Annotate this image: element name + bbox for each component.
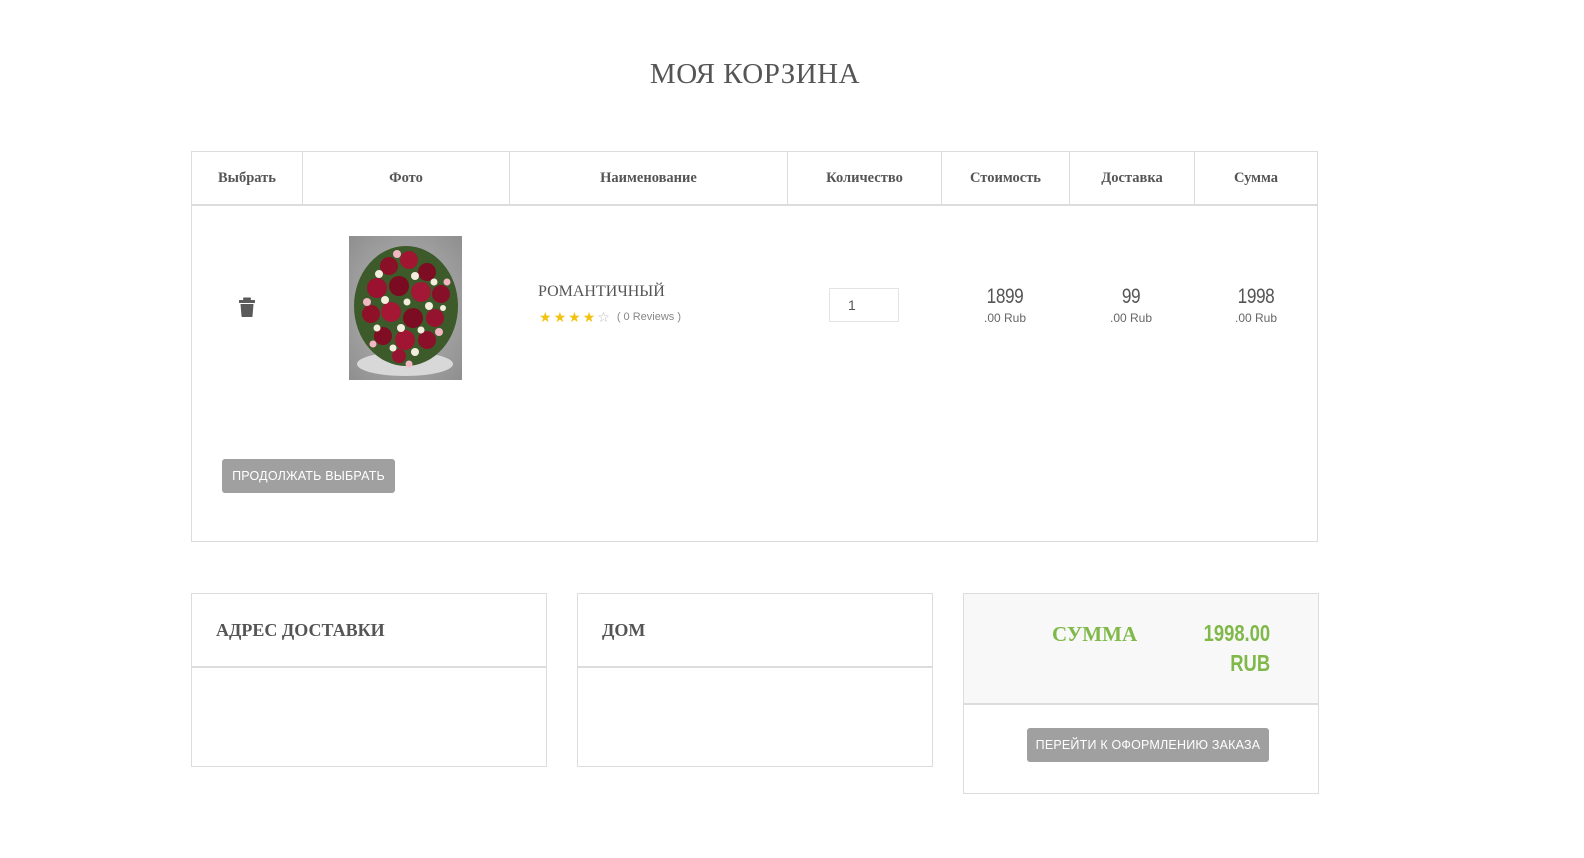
row-total-currency: .00 Rub (1234, 311, 1278, 325)
checkout-button[interactable]: ПЕРЕЙТИ К ОФОРМЛЕНИЮ ЗАКАЗА (1027, 728, 1269, 762)
cart-table: Выбрать Фото Наименование Количество Сто… (191, 151, 1318, 542)
column-header-total: Сумма (1233, 169, 1279, 186)
product-name[interactable]: РОМАНТИЧНЫЙ (538, 283, 665, 301)
delivery-price-currency: .00 Rub (1109, 311, 1153, 325)
order-summary: СУММА 1998.00 RUB ПЕРЕЙТИ К ОФОРМЛЕНИЮ З… (963, 593, 1319, 794)
item-price-value: 1899 (986, 285, 1024, 308)
item-price-currency: .00 Rub (983, 311, 1027, 325)
star-icon: ★ (553, 309, 567, 325)
cart-table-header: Выбрать Фото Наименование Количество Сто… (192, 152, 1317, 206)
column-header-name: Наименование (510, 152, 788, 204)
continue-shopping-button[interactable]: ПРОДОЛЖАТЬ ВЫБРАТЬ (222, 459, 395, 493)
summary-label: СУММА (1052, 622, 1138, 646)
trash-icon[interactable] (238, 297, 256, 317)
home-panel: ДОМ (577, 593, 933, 767)
column-header-quantity: Количество (788, 152, 942, 204)
item-price: 1899 .00 Rub (945, 285, 1065, 325)
row-total-value: 1998 (1237, 285, 1275, 308)
star-outline-icon: ☆ (597, 309, 610, 325)
star-icon: ★ (582, 309, 596, 325)
delivery-address-panel: АДРЕС ДОСТАВКИ (191, 593, 547, 767)
summary-currency: RUB (1230, 650, 1270, 676)
star-icon: ★ (568, 309, 581, 325)
delivery-address-title: АДРЕС ДОСТАВКИ (192, 594, 546, 668)
row-total: 1998 .00 Rub (1196, 285, 1316, 325)
reviews-count[interactable]: ( 0 Reviews ) (617, 311, 681, 323)
column-header-select: Выбрать (192, 152, 303, 204)
column-header-price: Стоимость (942, 152, 1070, 204)
delivery-price: 99 .00 Rub (1071, 285, 1191, 325)
column-header-photo: Фото (303, 152, 510, 204)
quantity-input[interactable] (829, 288, 899, 322)
product-photo[interactable] (349, 236, 462, 380)
delivery-price-value: 99 (1121, 285, 1141, 308)
summary-header: СУММА 1998.00 RUB (964, 594, 1318, 705)
summary-amount: 1998.00 (1203, 620, 1270, 646)
star-icon: ★ (539, 309, 552, 325)
page-title: МОЯ КОРЗИНА (649, 58, 861, 90)
summary-total: 1998.00 RUB (1203, 618, 1270, 678)
column-header-delivery: Доставка (1070, 152, 1195, 204)
home-title: ДОМ (578, 594, 932, 668)
product-rating: ★ ★ ★ ★ ☆ ( 0 Reviews ) (539, 310, 681, 324)
